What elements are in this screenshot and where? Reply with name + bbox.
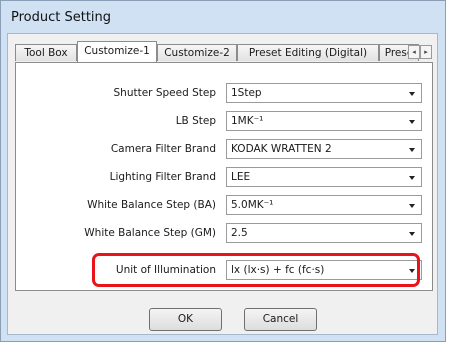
chevron-down-icon xyxy=(409,176,415,180)
select-value: LEE xyxy=(231,171,251,183)
camera-filter-brand-select[interactable]: KODAK WRATTEN 2 xyxy=(226,139,422,159)
setting-label: LB Step xyxy=(175,115,216,127)
tab-scroll-left-button[interactable]: ◂ xyxy=(408,45,420,59)
window-title: Product Setting xyxy=(11,10,112,25)
select-value: 1MK⁻¹ xyxy=(231,115,264,127)
setting-row-camera-filter-brand: Camera Filter Brand KODAK WRATTEN 2 xyxy=(16,139,432,159)
setting-label: Unit of Illumination xyxy=(115,264,216,276)
chevron-down-icon xyxy=(409,232,415,236)
chevron-down-icon xyxy=(409,269,415,273)
select-value: KODAK WRATTEN 2 xyxy=(231,143,332,155)
tab-customize-1[interactable]: Customize-1 xyxy=(77,41,157,62)
lb-step-select[interactable]: 1MK⁻¹ xyxy=(226,111,422,131)
select-value: 1Step xyxy=(231,87,262,99)
cancel-button[interactable]: Cancel xyxy=(244,308,317,331)
white-balance-step-gm-select[interactable]: 2.5 xyxy=(226,223,422,243)
tab-strip: Tool Box Customize-1 Customize-2 Preset … xyxy=(15,41,433,62)
shutter-speed-step-select[interactable]: 1Step xyxy=(226,83,422,103)
setting-label: Camera Filter Brand xyxy=(110,143,216,155)
tab-preset-editing-digital[interactable]: Preset Editing (Digital) xyxy=(237,44,379,61)
white-balance-step-ba-select[interactable]: 5.0MK⁻¹ xyxy=(226,195,422,215)
setting-row-white-balance-step-gm: White Balance Step (GM) 2.5 xyxy=(16,223,432,243)
ok-button[interactable]: OK xyxy=(149,308,222,331)
chevron-down-icon xyxy=(409,120,415,124)
setting-label: White Balance Step (GM) xyxy=(84,227,216,239)
select-value: 5.0MK⁻¹ xyxy=(231,199,274,211)
setting-label: White Balance Step (BA) xyxy=(87,199,216,211)
setting-row-lb-step: LB Step 1MK⁻¹ xyxy=(16,111,432,131)
unit-of-illumination-select[interactable]: lx (lx·s) + fc (fc·s) xyxy=(226,260,422,280)
dialog-client-area: Tool Box Customize-1 Customize-2 Preset … xyxy=(7,33,438,335)
setting-label: Lighting Filter Brand xyxy=(109,171,216,183)
lighting-filter-brand-select[interactable]: LEE xyxy=(226,167,422,187)
select-value: lx (lx·s) + fc (fc·s) xyxy=(231,264,325,276)
customize-1-panel: Shutter Speed Step 1Step LB Step 1MK⁻¹ C… xyxy=(15,62,433,291)
chevron-down-icon xyxy=(409,148,415,152)
setting-row-white-balance-step-ba: White Balance Step (BA) 5.0MK⁻¹ xyxy=(16,195,432,215)
setting-label: Shutter Speed Step xyxy=(113,87,216,99)
tab-scroll-right-button[interactable]: ▸ xyxy=(420,45,432,59)
chevron-down-icon xyxy=(409,204,415,208)
setting-row-unit-of-illumination: Unit of Illumination lx (lx·s) + fc (fc·… xyxy=(16,260,432,280)
setting-row-shutter-speed-step: Shutter Speed Step 1Step xyxy=(16,83,432,103)
select-value: 2.5 xyxy=(231,227,248,239)
setting-row-lighting-filter-brand: Lighting Filter Brand LEE xyxy=(16,167,432,187)
tab-tool-box[interactable]: Tool Box xyxy=(15,44,77,61)
product-setting-dialog: Product Setting Tool Box Customize-1 Cus… xyxy=(0,0,446,342)
tab-customize-2[interactable]: Customize-2 xyxy=(157,44,237,61)
chevron-down-icon xyxy=(409,92,415,96)
